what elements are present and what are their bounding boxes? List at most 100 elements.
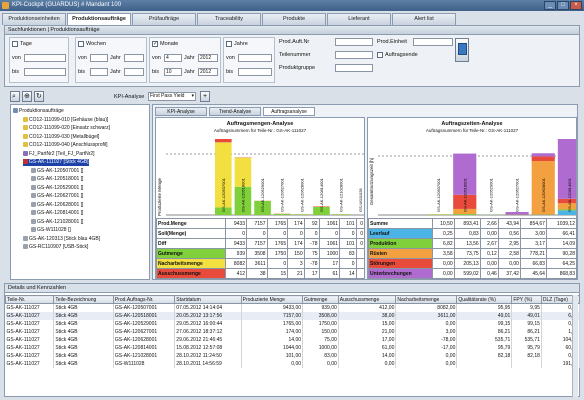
jahre-bis-field[interactable] <box>238 68 272 76</box>
table-row: Nacharbeitsmenge 8082 3611 0 3 -78 17 0 <box>155 258 366 269</box>
column-header[interactable]: FPY (%) <box>511 295 542 304</box>
cell: 0 <box>339 258 357 269</box>
tree-item[interactable]: GS-AK-120313 [Stick blau 4GB] <box>23 236 100 243</box>
tree-root-label: Produktionsaufträge <box>19 108 64 114</box>
search-button[interactable]: ⌕ <box>10 91 20 102</box>
column-header[interactable]: Gutmenge <box>302 295 339 304</box>
cell: 1044,00 <box>241 343 304 352</box>
column-header[interactable]: Qualitätsrate (%) <box>456 295 513 304</box>
cell: 0 <box>355 238 366 249</box>
tage-bis-field[interactable] <box>24 68 66 76</box>
wochen-von-jahr-field[interactable] <box>124 54 144 62</box>
produktgruppe-field[interactable] <box>335 64 373 72</box>
cell: 0,00 <box>431 258 455 269</box>
jahre-von-field[interactable] <box>238 54 272 62</box>
column-header[interactable]: Startdatum <box>174 295 242 304</box>
analysis-tab-2[interactable]: Auftragsanalyse <box>263 107 315 116</box>
tab-6[interactable]: Alert list <box>392 13 456 25</box>
teilenummer-label: Teilenummer <box>279 52 311 58</box>
minimize-icon[interactable]: _ <box>544 1 556 10</box>
apply-filter-button[interactable] <box>455 38 469 62</box>
window-title: KPI-Cockpit (GUARDUS) # Mandant 100 <box>12 2 122 8</box>
tree-item[interactable]: GS-W111028 [] <box>31 227 71 234</box>
cell: 535,71 <box>511 335 542 344</box>
tab-4[interactable]: Produkte <box>262 13 326 25</box>
table-row[interactable]: GS-AK-111027 Stick 4GB GS-AK-120814001 15.0… <box>5 343 581 352</box>
table-row[interactable]: GS-AK-111027 Stick 4GB GS-AK-120627001 27.0… <box>5 327 581 336</box>
tab-0[interactable]: Produktionseinheiten <box>2 13 66 25</box>
tree-item[interactable]: GS-AK-121028001 [] <box>31 219 83 226</box>
monate-von-jahr-field[interactable]: 2012 <box>198 54 218 62</box>
table-row[interactable]: GS-AK-111027 Stick 4GB GS-AK-120507001 07.0… <box>5 303 581 312</box>
cell: 0,00 <box>395 319 458 328</box>
analysis-tab-1[interactable]: Trend-Analyse <box>209 107 261 116</box>
auftragsende-checkbox[interactable] <box>377 51 383 58</box>
tree-item[interactable]: GS-AK-120627001 [] <box>31 193 83 200</box>
table-row[interactable]: GS-AK-111027 Stick 4GB GS-AK-120529001 29.0… <box>5 319 581 328</box>
tree-item-label: CO12-111099-020 [Einsatz schwarz] <box>29 125 110 131</box>
tage-checkbox[interactable] <box>12 40 18 47</box>
tree-item[interactable]: GS-RC110907 [USB-Stick] <box>23 244 88 251</box>
column-header[interactable]: Produzierte Menge <box>240 295 304 304</box>
monate-bis-field[interactable]: 10 <box>164 68 182 76</box>
cell: 0,00 <box>338 359 397 368</box>
tree-item[interactable]: GS-AK-120814001 [] <box>31 210 83 217</box>
details-scrollbar[interactable] <box>572 295 578 397</box>
cell <box>456 359 513 368</box>
add-button[interactable]: + <box>200 91 210 102</box>
tree-item[interactable]: CO12-111099-030 [Metallbügel] <box>23 134 99 141</box>
zoom-button[interactable]: ⊕ <box>22 91 32 102</box>
analysis-tab-0[interactable]: KPI-Analyse <box>155 107 207 116</box>
monate-checkbox[interactable] <box>152 40 158 48</box>
refresh-button[interactable]: ↻ <box>34 91 44 102</box>
jahre-checkbox[interactable] <box>226 40 232 47</box>
prod-auft-nr-field[interactable] <box>335 38 373 46</box>
kpi-select[interactable]: First Pass Yield ▾ <box>148 92 196 101</box>
tree-item[interactable]: CO12-111099-010 [Gehäuse (blau)] <box>23 117 108 124</box>
kpi-analyse-label: KPI-Analyse <box>114 94 145 100</box>
column-header[interactable]: Nacharbeitsmenge <box>395 295 458 304</box>
close-icon[interactable]: × <box>570 1 582 10</box>
table-row[interactable]: GS-AK-111027 Stick 4GB GS-AK-121028001 28.1… <box>5 351 581 360</box>
maximize-icon[interactable]: □ <box>557 1 569 10</box>
wochen-checkbox[interactable] <box>78 40 84 47</box>
tage-von-field[interactable] <box>24 54 66 62</box>
tree-item[interactable]: CO12-111099-040 [Anschlussprofil] <box>23 142 107 149</box>
table-row[interactable]: GS-AK-111027 Stick 4GB GS-AK-120518001 20.0… <box>5 311 581 320</box>
prod-einheit-field[interactable] <box>413 38 453 46</box>
cell: -78 <box>303 238 320 249</box>
table-row[interactable]: GS-AK-111027 Stick 4GB GS-W111028 28.10.201… <box>5 359 581 368</box>
wochen-von-field[interactable] <box>90 54 108 62</box>
tree-item[interactable]: GS-AK-120628001 [] <box>31 202 83 209</box>
table-row[interactable]: GS-AK-111027 Stick 4GB GS-AK-120628001 29.0… <box>5 335 581 344</box>
details-table: Teile-Nr. Teile-Bezeichnung Prod.Auftrags-… <box>4 295 581 368</box>
tab-3[interactable]: Traceability <box>197 13 261 25</box>
column-header[interactable]: Prod.Auftrags-Nr. <box>112 295 176 304</box>
monate-bis-jahr-field[interactable]: 2012 <box>198 68 218 76</box>
tree-item[interactable]: CO12-111099-020 [Einsatz schwarz] <box>23 125 110 132</box>
search-icon: ⌕ <box>12 93 16 100</box>
column-header[interactable]: Teile-Bezeichnung <box>53 295 114 304</box>
teilenummer-field[interactable] <box>335 51 373 59</box>
menge-chart-plot: GS-AK-120507001 GS-AK-120518001 GS-AK-1205… <box>166 139 364 216</box>
column-header[interactable]: Ausschussmenge <box>337 295 397 304</box>
column-header[interactable]: Teile-Nr. <box>4 295 55 304</box>
monate-von-field[interactable]: 4 <box>164 54 182 62</box>
tree-item[interactable]: GS-AK-120529001 [] <box>31 185 83 192</box>
wochen-bis-jahr-field[interactable] <box>124 68 144 76</box>
cell: 1000,00 <box>302 343 339 352</box>
tab-5[interactable]: Lieferant <box>327 13 391 25</box>
menge-chart-ylabel: Produzierte Menge <box>157 178 162 217</box>
tree-root[interactable]: Produktionsaufträge <box>13 108 64 115</box>
category-label: GS-AK-120507001 <box>221 177 226 212</box>
group-tage: Tage von bis <box>9 37 69 83</box>
plus-icon: + <box>203 93 208 100</box>
group-jahre: Jahre von bis <box>223 37 275 83</box>
wochen-bis-field[interactable] <box>90 68 108 76</box>
tree-item[interactable]: GS-AK-111027 [Stick 4GB] <box>23 159 89 166</box>
cell: 15,00 <box>338 319 397 328</box>
tree-item[interactable]: GS-AK-120518001 [] <box>31 176 83 183</box>
tree-item[interactable]: FJ_PartNr2 [Teil_FJ_PartNr2] <box>23 151 95 158</box>
tab-2[interactable]: Prüfaufträge <box>132 13 196 25</box>
tree-item[interactable]: GS-AK-120507001 [] <box>31 168 83 175</box>
